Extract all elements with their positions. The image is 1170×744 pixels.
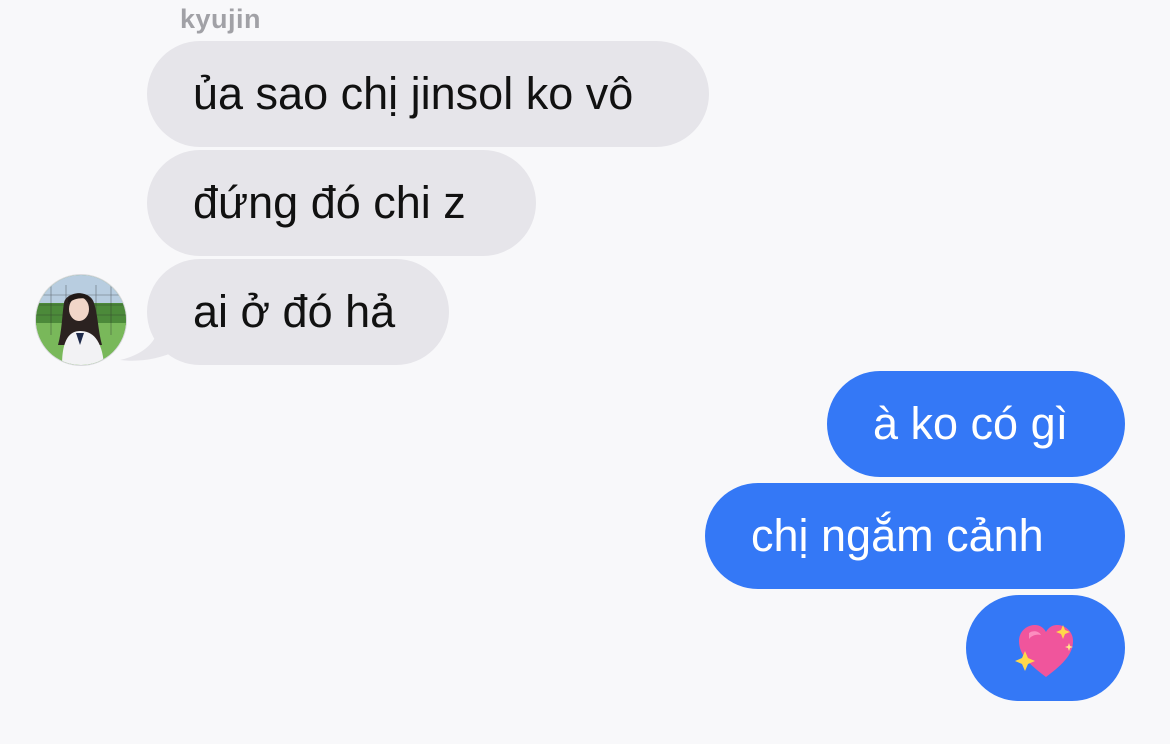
outgoing-message-bubble[interactable]: à ko có gì (827, 371, 1125, 477)
incoming-message-bubble[interactable]: ai ở đó hả (147, 259, 449, 365)
outgoing-message-bubble[interactable]: chị ngắm cảnh (705, 483, 1125, 589)
sender-name: kyujin (180, 4, 262, 34)
sparkling-heart-icon (1014, 625, 1073, 678)
incoming-message-bubble[interactable]: ủa sao chị jinsol ko vô (147, 41, 709, 147)
incoming-message-bubble[interactable]: đứng đó chi z (147, 150, 536, 256)
avatar[interactable] (36, 275, 126, 365)
outgoing-emoji-bubble[interactable] (966, 595, 1125, 701)
